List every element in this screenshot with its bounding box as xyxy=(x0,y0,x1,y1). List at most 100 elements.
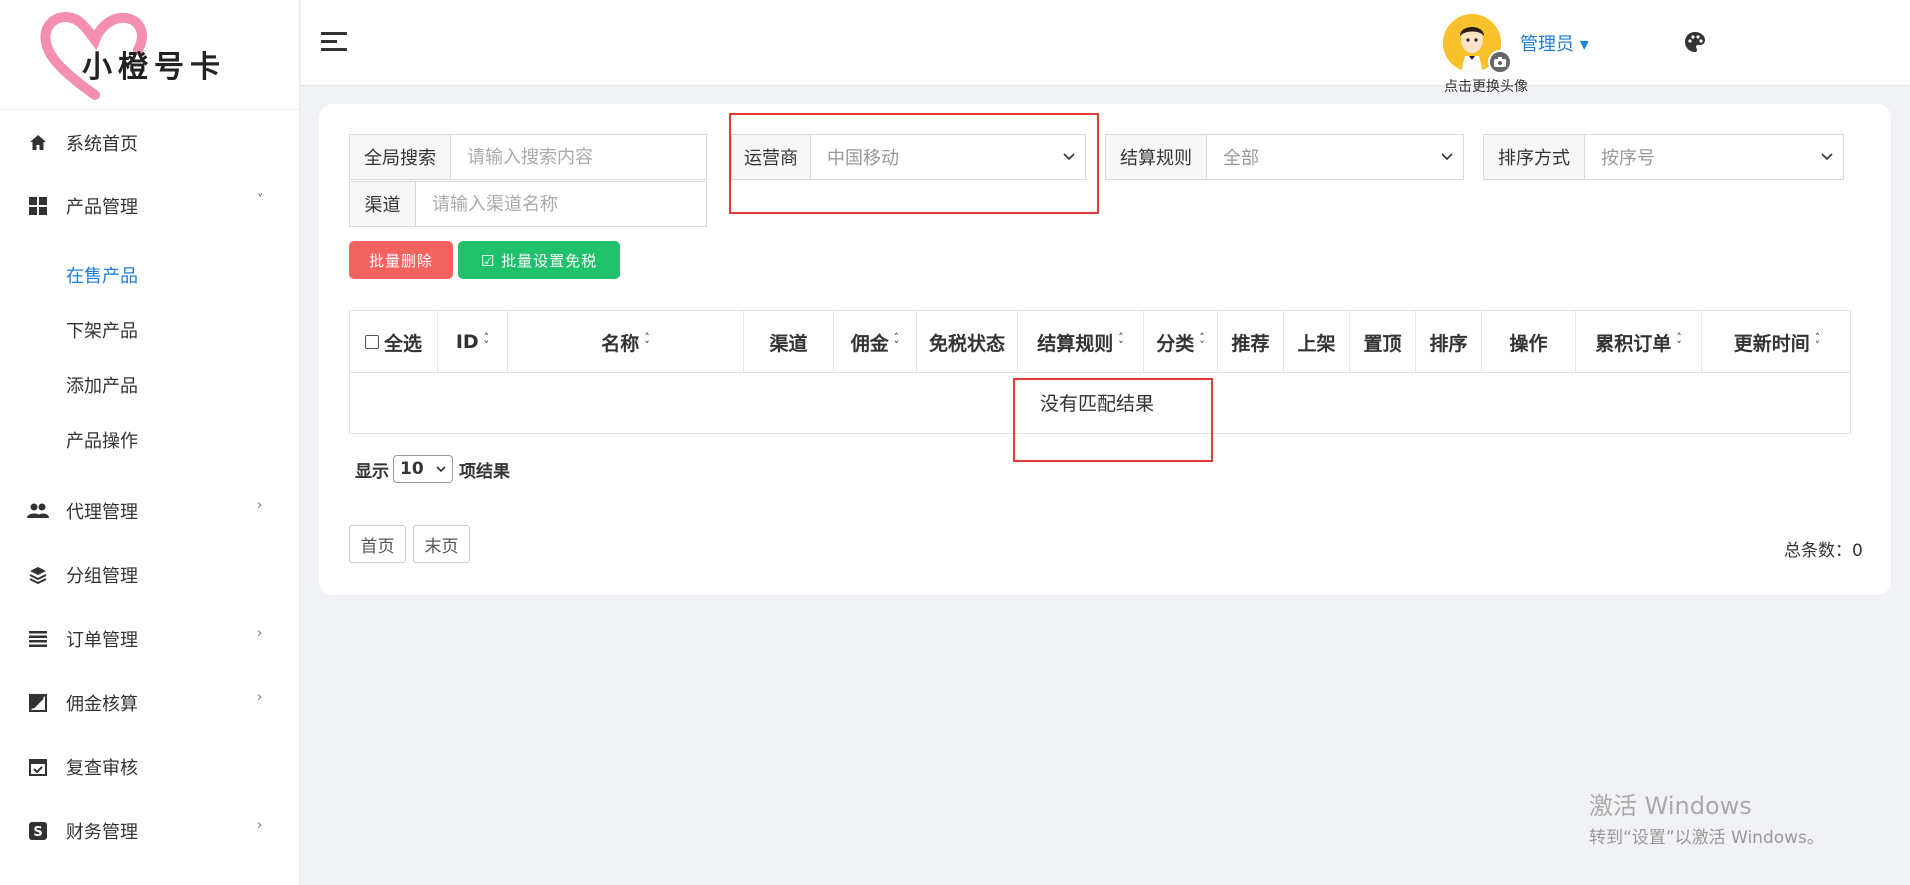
sort-icon: ˄ ˅ xyxy=(893,331,900,352)
sidebar-item-products[interactable]: 产品管理 ˅ xyxy=(0,181,299,231)
column-header-listed: 上架 xyxy=(1284,311,1350,373)
chevron-right-icon: › xyxy=(257,626,263,641)
global-search-input[interactable] xyxy=(451,135,706,179)
chevron-down-icon xyxy=(1441,153,1453,161)
logo-text: 小橙号卡 xyxy=(82,50,226,85)
sidebar-item-groups[interactable]: 分组管理 xyxy=(0,550,299,600)
grid-icon xyxy=(26,194,50,218)
users-icon xyxy=(26,499,50,523)
home-icon xyxy=(26,131,50,155)
channel-input[interactable] xyxy=(416,182,706,226)
column-label: 上架 xyxy=(1297,332,1336,355)
column-header-tax-status: 免税状态 xyxy=(917,311,1018,373)
column-label: 免税状态 xyxy=(928,332,1005,355)
sidebar-item-label: 系统首页 xyxy=(66,134,138,155)
column-label: 名称 xyxy=(601,332,640,355)
first-page-button[interactable]: 首页 xyxy=(349,525,406,563)
sidebar-item-commission[interactable]: 佣金核算 › xyxy=(0,678,299,728)
sort-label: 排序方式 xyxy=(1484,135,1585,179)
finance-icon: S xyxy=(26,819,50,843)
sort-value: 按序号 xyxy=(1601,148,1655,169)
chevron-right-icon: › xyxy=(257,498,263,513)
column-header-id[interactable]: ID ˄ ˅ xyxy=(438,311,508,373)
top-bar xyxy=(301,0,1910,86)
chart-icon xyxy=(26,691,50,715)
sidebar-subitem-off-shelf[interactable]: 下架产品 xyxy=(66,315,138,345)
column-label: 操作 xyxy=(1509,332,1548,355)
chevron-down-icon: ˅ xyxy=(257,193,264,208)
sidebar-item-orders[interactable]: 订单管理 › xyxy=(0,614,299,664)
table-header: 全选 ID ˄ ˅ 名称 ˄ ˅ 渠道 佣金 ˄ ˅ 免税状态 结算规则 ˄ ˅ 分类 ˄ ˅ 推荐… xyxy=(350,311,1850,373)
settlement-value: 全部 xyxy=(1223,148,1259,169)
page-size-value: 10 xyxy=(400,459,424,479)
sidebar-item-label: 订单管理 xyxy=(66,630,138,651)
layers-icon xyxy=(26,563,50,587)
column-label: 佣金 xyxy=(850,332,889,355)
column-header-total-orders[interactable]: 累积订单 ˄ ˅ xyxy=(1576,311,1702,373)
column-header-settlement[interactable]: 结算规则 ˄ ˅ xyxy=(1018,311,1144,373)
sidebar-subitem-product-ops[interactable]: 产品操作 xyxy=(66,425,138,455)
sort-group: 排序方式 按序号 xyxy=(1483,134,1844,180)
sidebar-item-label: 分组管理 xyxy=(66,566,138,587)
palette-icon[interactable] xyxy=(1683,30,1707,58)
page-size-control: 显示 10 项结果 xyxy=(355,455,510,483)
logo[interactable]: 小橙号卡 xyxy=(0,0,299,110)
sidebar-item-label: 财务管理 xyxy=(66,822,138,843)
chevron-right-icon: › xyxy=(257,818,263,833)
svg-text:S: S xyxy=(33,825,42,840)
global-search-label: 全局搜索 xyxy=(350,135,451,179)
global-search-group: 全局搜索 xyxy=(349,134,707,180)
sort-icon: ˄ ˅ xyxy=(644,331,650,352)
select-all-header[interactable]: 全选 xyxy=(350,311,438,373)
column-header-commission[interactable]: 佣金 ˄ ˅ xyxy=(834,311,917,373)
page-size-select[interactable]: 10 xyxy=(393,455,453,483)
settlement-label: 结算规则 xyxy=(1106,135,1207,179)
sidebar-subitem-on-sale[interactable]: 在售产品 xyxy=(66,260,138,290)
sidebar-item-label: 代理管理 xyxy=(66,502,138,523)
highlight-box-carrier xyxy=(729,113,1099,214)
column-label: 排序 xyxy=(1429,332,1468,355)
chevron-down-icon xyxy=(436,466,446,473)
sidebar-item-agents[interactable]: 代理管理 › xyxy=(0,486,299,536)
sidebar-item-home[interactable]: 系统首页 xyxy=(0,118,299,168)
camera-icon[interactable] xyxy=(1488,50,1512,74)
avatar-hint[interactable]: 点击更换头像 xyxy=(1444,76,1528,96)
batch-delete-button[interactable]: 批量删除 xyxy=(349,241,453,279)
channel-group: 渠道 xyxy=(349,181,707,227)
batch-tax-free-button[interactable]: ☑ 批量设置免税 xyxy=(458,241,620,279)
windows-activation-watermark: 激活 Windows 转到“设置”以激活 Windows。 xyxy=(1589,786,1824,848)
channel-label: 渠道 xyxy=(350,182,416,226)
column-label: ID xyxy=(455,331,479,353)
total-count: 总条数：0 xyxy=(1784,541,1863,561)
sidebar-item-finance[interactable]: S 财务管理 › xyxy=(0,806,299,856)
menu-toggle-icon[interactable] xyxy=(321,32,347,52)
column-header-name[interactable]: 名称 ˄ ˅ xyxy=(508,311,744,373)
sort-icon: ˄ ˅ xyxy=(1199,331,1205,352)
sidebar-item-review[interactable]: 复查审核 xyxy=(0,742,299,792)
calendar-check-icon xyxy=(26,755,50,779)
sort-icon: ˄ ˅ xyxy=(1814,331,1821,352)
column-header-updated[interactable]: 更新时间 ˄ ˅ xyxy=(1702,311,1852,373)
column-header-order: 排序 xyxy=(1416,311,1482,373)
column-label: 置顶 xyxy=(1363,332,1402,355)
sort-icon: ˄ ˅ xyxy=(483,331,490,352)
settlement-group: 结算规则 全部 xyxy=(1105,134,1464,180)
select-all-checkbox[interactable] xyxy=(364,335,379,349)
column-header-recommend: 推荐 xyxy=(1218,311,1284,373)
chevron-right-icon: › xyxy=(257,690,263,705)
user-menu[interactable]: 管理员 ▾ xyxy=(1520,30,1589,56)
sidebar-subitem-add-product[interactable]: 添加产品 xyxy=(66,370,138,400)
watermark-title: 激活 Windows xyxy=(1589,792,1752,820)
settlement-select[interactable]: 全部 xyxy=(1207,135,1463,179)
column-header-category[interactable]: 分类 ˄ ˅ xyxy=(1144,311,1218,373)
watermark-subtitle: 转到“设置”以激活 Windows。 xyxy=(1589,828,1824,848)
sort-select[interactable]: 按序号 xyxy=(1585,135,1843,179)
last-page-button[interactable]: 末页 xyxy=(413,525,470,563)
column-header-pinned: 置顶 xyxy=(1350,311,1416,373)
column-header-channel: 渠道 xyxy=(744,311,834,373)
page-size-suffix: 项结果 xyxy=(459,461,510,482)
highlight-box-empty xyxy=(1013,378,1213,462)
page-size-prefix: 显示 xyxy=(355,461,389,482)
column-label: 推荐 xyxy=(1231,332,1270,355)
column-header-actions: 操作 xyxy=(1482,311,1576,373)
